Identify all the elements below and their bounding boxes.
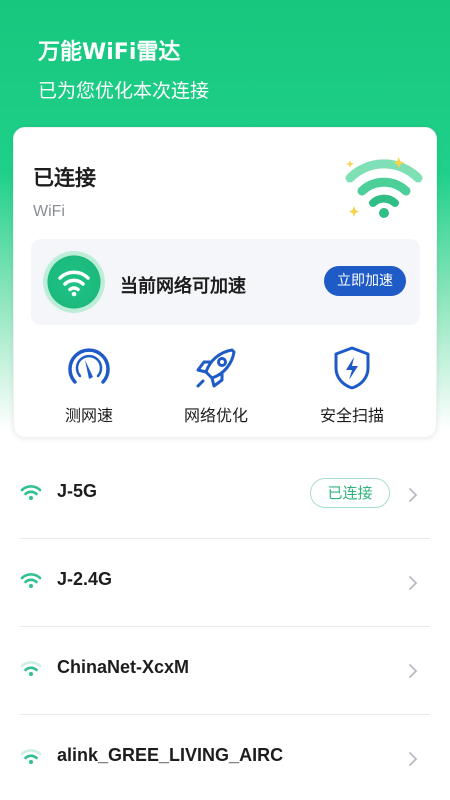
- network-row-1[interactable]: J-5G 已连接: [20, 451, 430, 539]
- chevron-right-icon: [409, 576, 418, 590]
- wifi-strong-icon: [20, 573, 42, 588]
- chevron-right-icon: [409, 752, 418, 766]
- boost-now-button[interactable]: 立即加速: [324, 266, 406, 296]
- speedometer-icon: [68, 348, 110, 384]
- wifi-boost-icon: [43, 251, 105, 313]
- shield-bolt-icon: [334, 346, 370, 390]
- app-title: 万能WiFi雷达: [38, 40, 181, 65]
- wifi-medium-icon: [20, 749, 42, 764]
- ssid-label: WiFi: [33, 203, 65, 220]
- rocket-icon: [196, 348, 236, 388]
- boost-text: 当前网络可加速: [120, 276, 246, 297]
- network-name: ChinaNet-XcxM: [57, 657, 190, 677]
- connection-status: 已连接: [33, 166, 96, 190]
- network-name: J-5G: [57, 481, 98, 501]
- network-row-3[interactable]: ChinaNet-XcxM: [20, 627, 430, 715]
- boost-panel: 当前网络可加速 立即加速: [31, 239, 420, 325]
- tool-network-optimize[interactable]: 网络优化: [161, 344, 271, 426]
- tool-label-scan: 安全扫描: [319, 406, 384, 425]
- connection-card: 已连接 WiFi 当前网络可加速 立即加速 测网速 网络优化 安全扫描: [13, 127, 437, 438]
- network-row-4[interactable]: alink_GREE_LIVING_AIRC: [20, 715, 430, 800]
- network-name: J-2.4G: [57, 569, 113, 589]
- wifi-signal-icon: [345, 157, 423, 218]
- tool-label-speed: 测网速: [64, 406, 113, 425]
- network-row-2[interactable]: J-2.4G: [20, 539, 430, 627]
- tool-speed-test[interactable]: 测网速: [34, 344, 144, 426]
- tool-label-optimize: 网络优化: [183, 406, 248, 425]
- app-subtitle: 已为您优化本次连接: [38, 80, 210, 102]
- network-name: alink_GREE_LIVING_AIRC: [57, 745, 284, 765]
- chevron-right-icon: [409, 488, 418, 502]
- tool-security-scan[interactable]: 安全扫描: [297, 344, 407, 426]
- connected-badge: 已连接: [310, 478, 390, 508]
- wifi-strong-icon: [20, 485, 42, 500]
- chevron-right-icon: [409, 664, 418, 678]
- wifi-medium-icon: [20, 661, 42, 676]
